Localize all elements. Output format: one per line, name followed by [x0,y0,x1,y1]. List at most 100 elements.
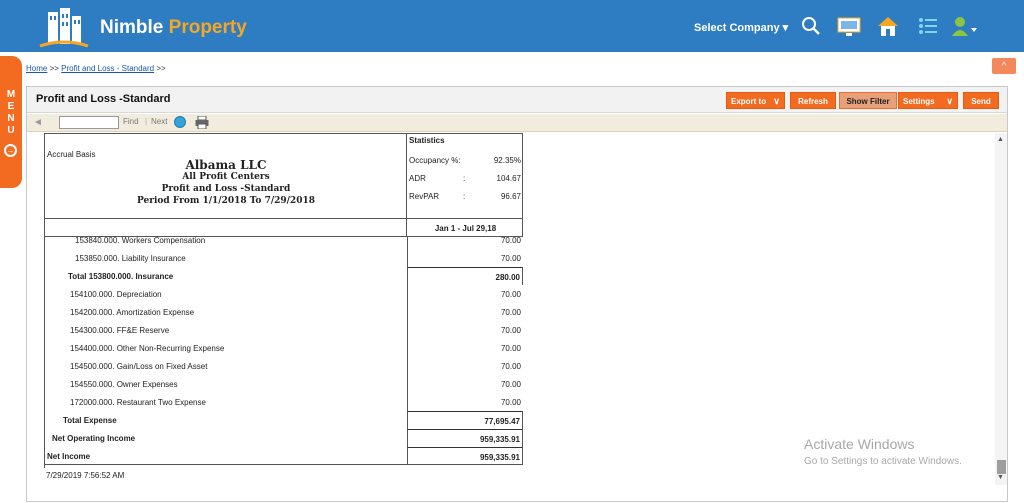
column-header-period: Jan 1 - Jul 29,18 [434,224,497,233]
settings-label: Settings [903,97,935,106]
row-label: 154100.000. Depreciation [70,290,162,299]
row-label: 154550.000. Owner Expenses [70,380,178,389]
row-amount: 959,335.91 [407,429,523,447]
profit-centers-label: All Profit Centers [182,172,270,182]
breadcrumb-home-link[interactable]: Home [26,64,47,73]
menu-letter: E [7,101,15,112]
settings-button[interactable]: Settings ∨ [898,92,958,109]
table-row-total: Total 153800.000. Insurance 280.00 [45,267,523,285]
row-amount: 70.00 [407,357,523,375]
row-label: 154300.000. FF&E Reserve [70,326,170,335]
table-row: 154500.000. Gain/Loss on Fixed Asset 70.… [45,357,523,375]
row-amount: 70.00 [407,339,523,357]
stat-revpar-value: 96.67 [500,192,521,201]
stat-colon: : [463,174,466,183]
table-row-total: Net Operating Income 959,335.91 [45,429,523,447]
print-icon[interactable] [195,116,209,129]
back-arrow-icon[interactable]: ◄ [33,117,43,128]
stat-occupancy-value: 92.35% [493,156,521,165]
show-filter-button[interactable]: Show Filter [839,92,897,109]
list-menu-icon[interactable] [916,14,940,38]
breadcrumb-separator: >> [156,64,166,73]
accrual-basis-label: Accrual Basis [47,150,96,159]
column-header-row: Jan 1 - Jul 29,18 [44,219,523,237]
top-header: Nimble Property Select Company ▾ [0,0,1024,52]
table-row: 154400.000. Other Non-Recurring Expense … [45,339,523,357]
table-row: 154200.000. Amortization Expense 70.00 [45,303,523,321]
row-amount: 959,335.91 [407,447,523,465]
activate-windows-watermark: Activate Windows [804,436,915,452]
row-label: 172000.000. Restaurant Two Expense [70,398,206,407]
row-amount: 280.00 [407,267,523,285]
row-amount: 77,695.47 [407,411,523,429]
row-label: Total 153800.000. Insurance [68,272,174,281]
side-menu-tab[interactable]: M E N U → [0,56,22,188]
refresh-icon[interactable] [174,116,186,128]
table-row-total: Net Income 959,335.91 [45,447,523,465]
column-divider [406,134,407,218]
find-input[interactable] [59,116,119,129]
export-to-label: Export to [731,97,767,106]
user-profile-icon[interactable] [950,14,978,38]
report-content: Accrual Basis Albama LLC All Profit Cent… [44,133,524,503]
menu-letter: N [7,113,15,124]
chevron-down-icon: ∨ [773,96,780,106]
scrollbar-thumb[interactable] [997,460,1006,474]
stat-adr-label: ADR [409,174,426,183]
menu-letters: M E N U [4,89,18,137]
scroll-down-icon[interactable]: ▼ [997,474,1004,481]
breadcrumb-separator: >> [49,64,59,73]
report-title: Profit and Loss -Standard [161,184,291,194]
brand-name-part2: Property [168,17,247,38]
row-amount: 70.00 [407,285,523,303]
menu-letter: M [6,89,16,100]
nimble-logo-icon[interactable] [38,6,90,48]
arrow-circle-right-icon[interactable]: → [4,144,17,157]
vertical-scrollbar[interactable]: ▲ ▼ [995,133,1007,485]
menu-letter: U [7,125,15,136]
row-label: 154500.000. Gain/Loss on Fixed Asset [70,362,208,371]
table-row: 153850.000. Liability Insurance 70.00 [45,249,523,267]
table-row: 154100.000. Depreciation 70.00 [45,285,523,303]
scroll-up-icon[interactable]: ▲ [997,136,1004,143]
refresh-button[interactable]: Refresh [790,92,836,109]
row-label: 154200.000. Amortization Expense [70,308,195,317]
table-row: 153840.000. Workers Compensation 70.00 [45,237,523,249]
table-row: 172000.000. Restaurant Two Expense 70.00 [45,393,523,411]
breadcrumb: Home >> Profit and Loss - Standard >> [26,64,166,73]
send-button[interactable]: Send [963,92,999,109]
row-amount: 70.00 [407,375,523,393]
row-amount: 70.00 [407,237,523,249]
table-row: 154550.000. Owner Expenses 70.00 [45,375,523,393]
page-title: Profit and Loss -Standard [36,93,171,105]
report-period: Period From 1/1/2018 To 7/29/2018 [137,196,315,206]
row-label: Net Income [47,452,91,461]
panel-title-bar: Profit and Loss -Standard Export to ∨ Re… [27,87,1007,113]
find-link[interactable]: Find [123,117,139,126]
brand-name[interactable]: Nimble Property [100,17,247,39]
row-amount: 70.00 [407,303,523,321]
search-icon[interactable] [800,14,822,38]
select-company-dropdown[interactable]: Select Company ▾ [694,21,788,34]
company-name: Albama LLC [185,158,267,172]
export-to-button[interactable]: Export to ∨ [726,92,785,109]
stat-colon: : [463,192,466,201]
table-row-total: Total Expense 77,695.47 [45,411,523,429]
next-link[interactable]: Next [151,117,167,126]
brand-name-part1: Nimble [100,17,164,38]
monitor-icon[interactable] [836,14,862,38]
row-label: 153850.000. Liability Insurance [75,254,186,263]
table-row: 154300.000. FF&E Reserve 70.00 [45,321,523,339]
stat-revpar-label: RevPAR [409,192,440,201]
breadcrumb-report-link[interactable]: Profit and Loss - Standard [61,64,154,73]
stat-occupancy-label: Occupancy %: [409,156,461,165]
home-icon[interactable] [876,14,900,38]
stat-adr-value: 104.67 [496,174,521,183]
report-timestamp: 7/29/2019 7:56:52 AM [46,471,125,480]
report-viewer-toolbar: ◄ Find | Next [27,114,1007,132]
collapse-button[interactable]: ^ [992,58,1016,74]
row-label: 153840.000. Workers Compensation [75,237,206,245]
row-label: Total Expense [63,416,117,425]
toolbar-separator: | [145,117,148,126]
report-header: Accrual Basis Albama LLC All Profit Cent… [44,133,523,219]
